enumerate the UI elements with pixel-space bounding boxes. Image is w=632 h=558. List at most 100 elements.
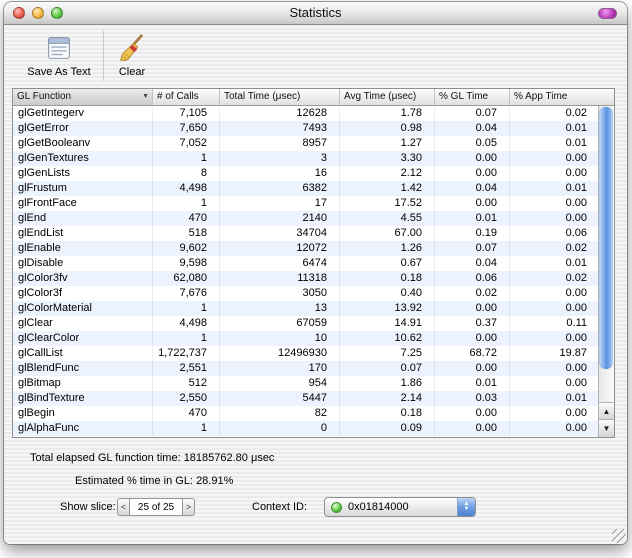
zoom-button[interactable] [51, 7, 63, 19]
toolbar-toggle-button[interactable] [598, 8, 617, 19]
cell-app-time-pct: 0.00 [565, 302, 587, 314]
table-row[interactable]: glEndList 518 34704 67.00 0.19 0.06 [13, 226, 599, 241]
table-row[interactable]: glFrustum 4,498 6382 1.42 0.04 0.01 [13, 181, 599, 196]
vertical-scrollbar[interactable]: ▲ ▼ [598, 106, 614, 437]
cell-avg-time: 4.55 [340, 211, 435, 226]
save-as-text-label: Save As Text [27, 66, 91, 78]
table-row[interactable]: glGetIntegerv 7,105 12628 1.78 0.07 0.02 [13, 106, 599, 121]
minimize-button[interactable] [32, 7, 44, 19]
cell-total-time: 8957 [220, 136, 340, 151]
column-header-gl-function[interactable]: GL Function ▼ [13, 89, 153, 106]
cell-num-calls: 4,498 [153, 181, 220, 196]
context-id-popup[interactable]: 0x01814000 ▲ ▼ [324, 497, 476, 517]
cell-num-calls: 470 [153, 211, 220, 226]
cell-gl-time-pct: 68.72 [435, 346, 510, 361]
cell-total-time: 12072 [220, 241, 340, 256]
slice-stepper: < > [117, 498, 195, 516]
table-row[interactable]: glColorMaterial 1 13 13.92 0.00 0.00 [13, 301, 599, 316]
table-row[interactable]: glBindTexture 2,550 5447 2.14 0.03 0.01 [13, 391, 599, 406]
cell-avg-time: 1.27 [340, 136, 435, 151]
cell-gl-time-pct: 0.00 [435, 166, 510, 181]
cell-num-calls: 9,598 [153, 256, 220, 271]
table-row[interactable]: glGetBooleanv 7,052 8957 1.27 0.05 0.01 [13, 136, 599, 151]
statistics-window: Statistics Save As Text Clear GL Functio… [4, 2, 627, 544]
slice-prev-button[interactable]: < [117, 498, 130, 516]
close-button[interactable] [13, 7, 25, 19]
scroll-down-button[interactable]: ▼ [599, 419, 614, 437]
table-row[interactable]: glClearColor 1 10 10.62 0.00 0.00 [13, 331, 599, 346]
popup-arrows-icon: ▲ ▼ [457, 498, 475, 516]
table-row[interactable]: glEnable 9,602 12072 1.26 0.07 0.02 [13, 241, 599, 256]
cell-avg-time: 0.07 [340, 361, 435, 376]
statistics-table: GL Function ▼ # of Calls Total Time (μse… [12, 88, 615, 438]
cell-app-time-pct: 0.00 [565, 287, 587, 299]
save-as-text-button[interactable]: Save As Text [17, 33, 101, 78]
column-header-label: % GL Time [439, 91, 489, 102]
cell-num-calls: 8 [153, 166, 220, 181]
cell-gl-function: glEnd [13, 211, 153, 226]
cell-gl-function: glBitmap [13, 376, 153, 391]
cell-avg-time: 17.52 [340, 196, 435, 211]
cell-avg-time: 2.12 [340, 166, 435, 181]
cell-total-time: 3050 [220, 286, 340, 301]
column-header-total-time[interactable]: Total Time (μsec) [220, 89, 340, 106]
total-gl-time-value: 18185762.80 μsec [183, 452, 275, 464]
cell-total-time: 82 [220, 406, 340, 421]
cell-app-time-pct: 0.02 [565, 242, 587, 254]
table-row[interactable]: glFrontFace 1 17 17.52 0.00 0.00 [13, 196, 599, 211]
column-header-label: # of Calls [157, 91, 199, 102]
slice-next-button[interactable]: > [182, 498, 195, 516]
table-row[interactable]: glCallList 1,722,737 12496930 7.25 68.72 19.8… [13, 346, 599, 361]
resize-grip[interactable] [612, 529, 626, 543]
table-row[interactable]: glClear 4,498 67059 14.91 0.37 0.11 [13, 316, 599, 331]
footer-controls: Show slice: < > Context ID: 0x01814000 ▲… [4, 497, 627, 519]
table-row[interactable]: glEnd 470 2140 4.55 0.01 0.00 [13, 211, 599, 226]
column-header-num-calls[interactable]: # of Calls [153, 89, 220, 106]
cell-gl-time-pct: 0.02 [435, 286, 510, 301]
cell-app-time-pct: 0.00 [565, 152, 587, 164]
title-bar[interactable]: Statistics [4, 2, 627, 25]
table-row[interactable]: glColor3fv 62,080 11318 0.18 0.06 0.02 [13, 271, 599, 286]
cell-total-time: 2140 [220, 211, 340, 226]
cell-gl-function: glEnable [13, 241, 153, 256]
table-row[interactable]: glGenLists 8 16 2.12 0.00 0.00 [13, 166, 599, 181]
cell-avg-time: 1.26 [340, 241, 435, 256]
column-header-gl-time-pct[interactable]: % GL Time [435, 89, 510, 106]
cell-avg-time: 3.30 [340, 151, 435, 166]
cell-total-time: 34704 [220, 226, 340, 241]
table-row[interactable]: glBegin 470 82 0.18 0.00 0.00 [13, 406, 599, 421]
cell-total-time: 17 [220, 196, 340, 211]
estimated-gl-percent-label: Estimated % time in GL: [75, 475, 193, 487]
slice-input[interactable] [130, 498, 182, 516]
cell-app-time-pct: 0.01 [565, 182, 587, 194]
column-header-label: % App Time [514, 91, 568, 102]
table-row[interactable]: glDisable 9,598 6474 0.67 0.04 0.01 [13, 256, 599, 271]
cell-avg-time: 0.18 [340, 406, 435, 421]
cell-gl-function: glGetBooleanv [13, 136, 153, 151]
table-row[interactable]: glGetError 7,650 7493 0.98 0.04 0.01 [13, 121, 599, 136]
cell-num-calls: 518 [153, 226, 220, 241]
column-header-avg-time[interactable]: Avg Time (μsec) [340, 89, 435, 106]
table-row[interactable]: glAlphaFunc 1 0 0.09 0.00 0.00 [13, 421, 599, 436]
cell-gl-function: glColorMaterial [13, 301, 153, 316]
table-row[interactable]: glBitmap 512 954 1.86 0.01 0.00 [13, 376, 599, 391]
table-row[interactable]: glColor3f 7,676 3050 0.40 0.02 0.00 [13, 286, 599, 301]
column-header-app-time-pct[interactable]: % App Time [510, 89, 614, 106]
save-as-text-icon [17, 33, 101, 65]
clear-button[interactable]: Clear [109, 33, 155, 78]
cell-total-time: 5447 [220, 391, 340, 406]
context-id-value: 0x01814000 [348, 501, 409, 513]
estimated-gl-percent-line: Estimated % time in GL: 28.91% [75, 475, 233, 487]
scrollbar-thumb[interactable] [599, 107, 613, 369]
cell-gl-time-pct: 0.00 [435, 331, 510, 346]
sort-descending-icon: ▼ [142, 93, 149, 100]
cell-gl-time-pct: 0.00 [435, 361, 510, 376]
cell-gl-time-pct: 0.00 [435, 406, 510, 421]
table-row[interactable]: glBlendFunc 2,551 170 0.07 0.00 0.00 [13, 361, 599, 376]
cell-gl-function: glFrontFace [13, 196, 153, 211]
column-header-label: Avg Time (μsec) [344, 91, 417, 102]
cell-avg-time: 0.18 [340, 271, 435, 286]
total-gl-time-line: Total elapsed GL function time: 18185762… [30, 452, 274, 464]
scroll-up-button[interactable]: ▲ [599, 402, 614, 420]
table-row[interactable]: glGenTextures 1 3 3.30 0.00 0.00 [13, 151, 599, 166]
